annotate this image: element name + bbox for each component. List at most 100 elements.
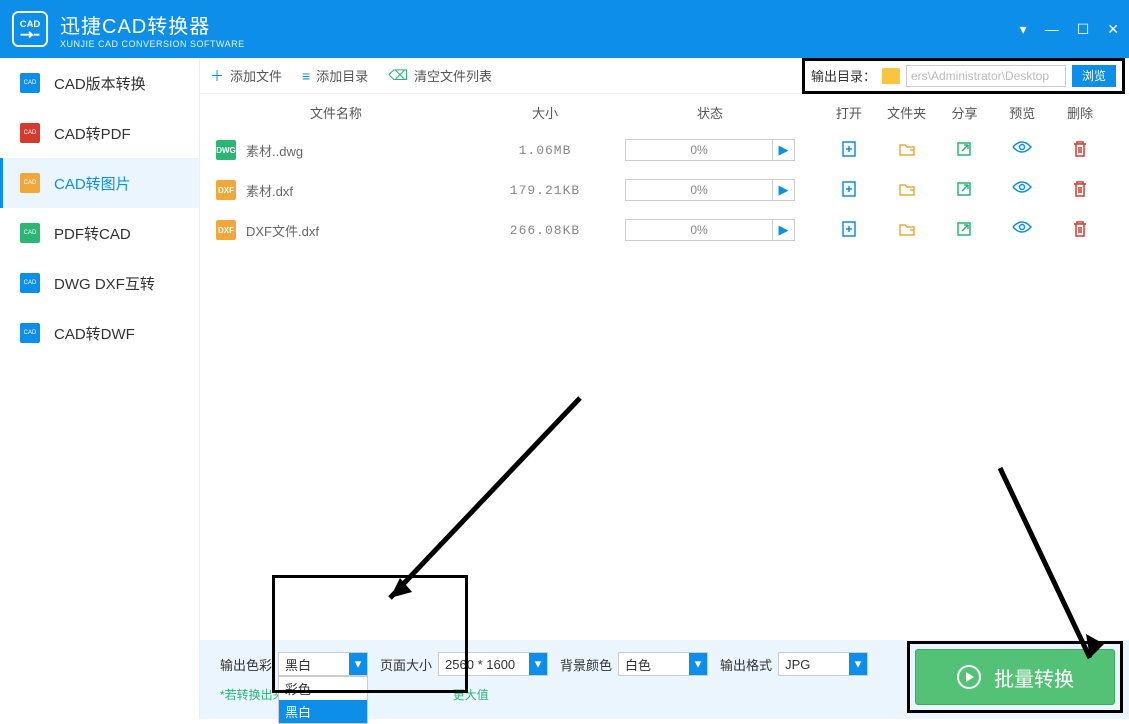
- app-title: 迅捷CAD转换器: [60, 10, 1020, 39]
- delete-icon[interactable]: [1055, 140, 1105, 161]
- sidebar-icon: CAD: [18, 271, 42, 295]
- sidebar-icon: CAD: [18, 71, 42, 95]
- svg-text:CAD: CAD: [24, 230, 37, 236]
- header-delete: 删除: [1055, 103, 1105, 122]
- svg-text:CAD: CAD: [24, 180, 37, 186]
- preview-icon[interactable]: [997, 140, 1047, 161]
- add-folder-button[interactable]: ≡ 添加目录: [302, 66, 368, 85]
- play-icon[interactable]: ▶: [772, 220, 794, 240]
- share-icon[interactable]: [939, 140, 989, 161]
- chevron-down-icon: ▾: [689, 653, 707, 675]
- list-icon: ≡: [302, 68, 310, 84]
- header-size: 大小: [480, 103, 610, 122]
- file-size: 179.21KB: [480, 183, 610, 198]
- sidebar-item-3[interactable]: CADPDF转CAD: [0, 208, 199, 258]
- progress-bar: 0%▶: [625, 139, 795, 161]
- play-icon[interactable]: ▶: [772, 140, 794, 160]
- minimize-icon[interactable]: —: [1045, 21, 1059, 37]
- sidebar-icon: CAD: [18, 321, 42, 345]
- folder-icon[interactable]: [882, 220, 932, 241]
- toolbar: ＋ 添加文件 ≡ 添加目录 ⌫ 清空文件列表 输出目录： 浏览: [200, 58, 1129, 94]
- table-row: DXF DXF文件.dxf 266.08KB 0%▶: [200, 210, 1129, 250]
- app-logo-icon: CAD: [10, 9, 50, 49]
- titlebar: CAD 迅捷CAD转换器 XUNJIE CAD CONVERSION SOFTW…: [0, 0, 1129, 58]
- table-header: 文件名称 大小 状态 打开 文件夹 分享 预览 删除: [200, 94, 1129, 130]
- table-row: DXF 素材.dxf 179.21KB 0%▶: [200, 170, 1129, 210]
- folder-icon[interactable]: [882, 140, 932, 161]
- chevron-down-icon: ▾: [529, 653, 547, 675]
- output-dir-label: 输出目录：: [811, 66, 876, 85]
- sidebar-item-0[interactable]: CADCAD版本转换: [0, 58, 199, 108]
- open-icon[interactable]: [824, 140, 874, 161]
- sidebar-item-1[interactable]: CADCAD转PDF: [0, 108, 199, 158]
- browse-button[interactable]: 浏览: [1072, 65, 1116, 87]
- folder-icon: [882, 68, 900, 84]
- chevron-down-icon: ▾: [349, 653, 367, 675]
- folder-icon[interactable]: [882, 180, 932, 201]
- sidebar-icon: CAD: [18, 221, 42, 245]
- open-icon[interactable]: [824, 220, 874, 241]
- page-select[interactable]: 2560 * 1600 ▾: [438, 652, 548, 676]
- svg-text:CAD: CAD: [20, 19, 41, 30]
- file-type-icon: DWG: [216, 140, 236, 160]
- header-folder: 文件夹: [882, 103, 932, 122]
- header-share: 分享: [939, 103, 989, 122]
- header-status: 状态: [610, 103, 810, 122]
- delete-icon[interactable]: [1055, 180, 1105, 201]
- play-icon[interactable]: ▶: [772, 180, 794, 200]
- svg-text:CAD: CAD: [24, 330, 37, 336]
- bottom-bar: 输出色彩 黑白 ▾ 彩色 黑白 页面大小: [200, 640, 1129, 719]
- play-icon: [956, 664, 982, 690]
- page-label: 页面大小: [380, 655, 432, 674]
- file-name: 素材.dxf: [246, 181, 293, 200]
- color-option-color[interactable]: 彩色: [279, 677, 367, 700]
- convert-button[interactable]: 批量转换: [915, 649, 1115, 705]
- share-icon[interactable]: [939, 180, 989, 201]
- file-name: DXF文件.dxf: [246, 221, 319, 240]
- sidebar-item-4[interactable]: CADDWG DXF互转: [0, 258, 199, 308]
- clear-list-button[interactable]: ⌫ 清空文件列表: [388, 66, 492, 85]
- preview-icon[interactable]: [997, 220, 1047, 241]
- header-name: 文件名称: [210, 103, 480, 122]
- file-type-icon: DXF: [216, 180, 236, 200]
- header-open: 打开: [824, 103, 874, 122]
- maximize-icon[interactable]: ☐: [1077, 21, 1090, 38]
- file-type-icon: DXF: [216, 220, 236, 240]
- file-size: 266.08KB: [480, 223, 610, 238]
- svg-text:CAD: CAD: [24, 80, 37, 86]
- svg-text:CAD: CAD: [24, 130, 37, 136]
- header-preview: 预览: [997, 103, 1047, 122]
- file-size: 1.06MB: [480, 143, 610, 158]
- progress-bar: 0%▶: [625, 179, 795, 201]
- sidebar-icon: CAD: [18, 171, 42, 195]
- output-dir-group: 输出目录： 浏览: [802, 58, 1125, 94]
- color-dropdown: 彩色 黑白: [278, 676, 368, 724]
- sidebar-item-2[interactable]: CADCAD转图片: [0, 158, 199, 208]
- app-subtitle: XUNJIE CAD CONVERSION SOFTWARE: [60, 39, 1020, 49]
- format-select[interactable]: JPG ▾: [778, 652, 868, 676]
- bg-label: 背景颜色: [560, 655, 612, 674]
- preview-icon[interactable]: [997, 180, 1047, 201]
- progress-bar: 0%▶: [625, 219, 795, 241]
- svg-text:CAD: CAD: [24, 280, 37, 286]
- bg-select[interactable]: 白色 ▾: [618, 652, 708, 676]
- sidebar-item-5[interactable]: CADCAD转DWF: [0, 308, 199, 358]
- color-select[interactable]: 黑白 ▾: [278, 652, 368, 676]
- close-icon[interactable]: ✕: [1107, 21, 1119, 38]
- add-file-button[interactable]: ＋ 添加文件: [210, 66, 282, 86]
- open-icon[interactable]: [824, 180, 874, 201]
- dropdown-menu-icon[interactable]: ▾: [1020, 21, 1027, 38]
- sidebar-icon: CAD: [18, 121, 42, 145]
- delete-icon[interactable]: [1055, 220, 1105, 241]
- sidebar: CADCAD版本转换CADCAD转PDFCADCAD转图片CADPDF转CADC…: [0, 58, 200, 719]
- file-name: 素材..dwg: [246, 141, 303, 160]
- table-row: DWG 素材..dwg 1.06MB 0%▶: [200, 130, 1129, 170]
- clear-icon: ⌫: [388, 67, 408, 84]
- share-icon[interactable]: [939, 220, 989, 241]
- chevron-down-icon: ▾: [849, 653, 867, 675]
- plus-icon: ＋: [210, 66, 224, 86]
- format-label: 输出格式: [720, 655, 772, 674]
- color-label: 输出色彩: [220, 655, 272, 674]
- color-option-bw[interactable]: 黑白: [279, 700, 367, 723]
- output-dir-input[interactable]: [906, 65, 1066, 87]
